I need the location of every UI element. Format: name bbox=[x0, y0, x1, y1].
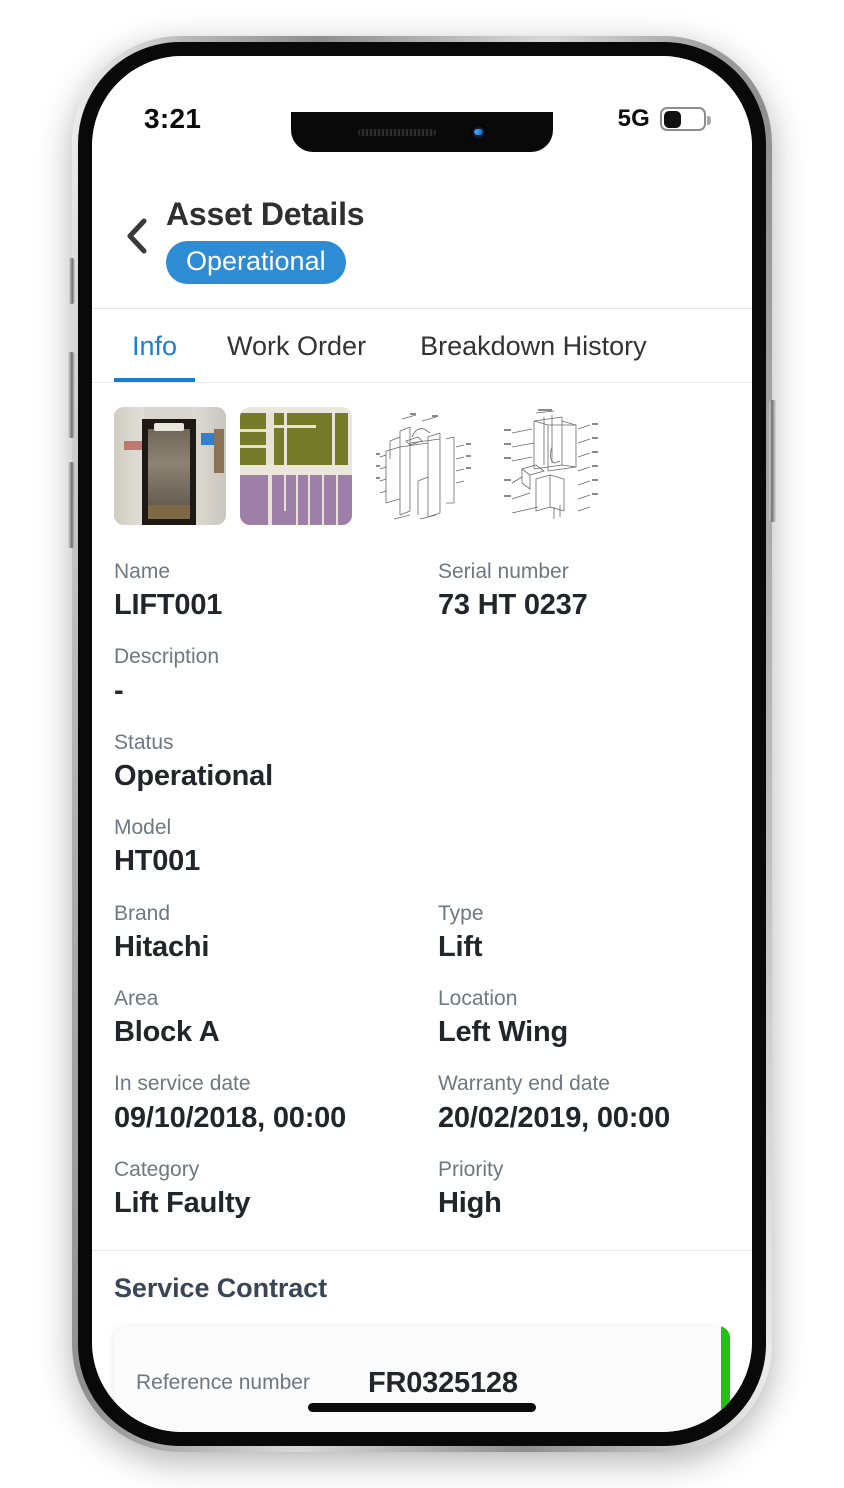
field-in-service-date-value: 09/10/2018, 00:00 bbox=[114, 1101, 347, 1134]
screenshot-stage: 3:21 5G Asset Details Operational Info W… bbox=[0, 0, 844, 1488]
field-model-label: Model bbox=[114, 816, 172, 840]
home-indicator[interactable] bbox=[308, 1403, 536, 1412]
field-brand-value: Hitachi bbox=[114, 930, 210, 963]
chevron-left-icon bbox=[127, 218, 147, 254]
field-location-label: Location bbox=[438, 987, 518, 1011]
field-status-label: Status bbox=[114, 730, 174, 754]
tab-bar: Info Work Order Breakdown History bbox=[92, 307, 752, 382]
field-model: Model HT001 bbox=[114, 805, 730, 890]
earpiece-speaker-icon bbox=[357, 128, 436, 136]
service-contract-title: Service Contract bbox=[114, 1273, 327, 1304]
asset-image-gallery bbox=[92, 383, 752, 537]
field-serial-number-label: Serial number bbox=[438, 559, 569, 583]
technical-drawing-1-svg bbox=[376, 412, 471, 520]
field-row-area-location: Area Block A Location Left Wing bbox=[114, 976, 730, 1061]
field-serial-number: Serial number 73 HT 0237 bbox=[422, 549, 730, 634]
mute-switch-button[interactable] bbox=[68, 258, 75, 304]
header-text: Asset Details Operational bbox=[166, 196, 365, 284]
field-type-value: Lift bbox=[438, 930, 483, 963]
field-row-name-serial: Name LIFT001 Serial number 73 HT 0237 bbox=[114, 549, 730, 634]
technical-drawing-2-svg bbox=[504, 408, 598, 519]
asset-info-fields: Name LIFT001 Serial number 73 HT 0237 De… bbox=[92, 537, 752, 1251]
service-contract-service-type-row: Service type Fire & Rescue bbox=[136, 1414, 706, 1432]
field-area: Area Block A bbox=[114, 976, 422, 1061]
front-camera-icon bbox=[469, 123, 487, 141]
field-description: Description - bbox=[114, 634, 730, 719]
field-category-label: Category bbox=[114, 1157, 200, 1181]
technical-drawing-2[interactable] bbox=[492, 406, 604, 525]
volume-down-button[interactable] bbox=[67, 462, 75, 548]
field-row-status: Status Operational bbox=[114, 720, 730, 805]
field-warranty-end-date-value: 20/02/2019, 00:00 bbox=[438, 1101, 671, 1134]
field-type: Type Lift bbox=[422, 891, 730, 976]
field-description-value: - bbox=[114, 674, 124, 707]
tab-work-order[interactable]: Work Order bbox=[195, 309, 398, 382]
field-area-value: Block A bbox=[114, 1016, 220, 1049]
service-contract-reference-value: FR0325128 bbox=[368, 1367, 518, 1400]
field-row-brand-type: Brand Hitachi Type Lift bbox=[114, 891, 730, 976]
field-location: Location Left Wing bbox=[422, 976, 730, 1061]
info-scroll-area[interactable]: Name LIFT001 Serial number 73 HT 0237 De… bbox=[92, 381, 752, 1432]
field-category-value: Lift Faulty bbox=[114, 1187, 251, 1220]
service-contract-reference-label: Reference number bbox=[136, 1371, 310, 1395]
field-serial-number-value: 73 HT 0237 bbox=[438, 589, 588, 622]
field-area-label: Area bbox=[114, 987, 159, 1011]
field-location-value: Left Wing bbox=[438, 1016, 569, 1049]
field-warranty-end-date-label: Warranty end date bbox=[438, 1072, 610, 1096]
lift-interior-photo[interactable] bbox=[114, 406, 226, 525]
field-row-category-priority: Category Lift Faulty Priority High bbox=[114, 1147, 730, 1232]
field-row-model: Model HT001 bbox=[114, 805, 730, 890]
service-contract-status-accent bbox=[721, 1326, 730, 1432]
technical-drawing-1[interactable] bbox=[366, 406, 478, 525]
field-name-value: LIFT001 bbox=[114, 589, 223, 622]
service-contract-card[interactable]: Reference number FR0325128 Service type … bbox=[114, 1326, 730, 1432]
field-brand-label: Brand bbox=[114, 901, 171, 925]
page-title: Asset Details bbox=[166, 196, 365, 232]
floor-plan-thumbnail[interactable] bbox=[240, 406, 352, 525]
field-priority-value: High bbox=[438, 1187, 502, 1220]
tab-breakdown-history[interactable]: Breakdown History bbox=[398, 309, 665, 382]
field-status: Status Operational bbox=[114, 720, 730, 805]
field-description-label: Description bbox=[114, 645, 220, 669]
field-category: Category Lift Faulty bbox=[114, 1147, 422, 1232]
field-row-dates: In service date 09/10/2018, 00:00 Warran… bbox=[114, 1061, 730, 1146]
back-button[interactable] bbox=[114, 208, 160, 264]
notch bbox=[291, 112, 553, 152]
field-brand: Brand Hitachi bbox=[114, 891, 422, 976]
field-name-label: Name bbox=[114, 559, 171, 583]
status-badge: Operational bbox=[166, 240, 346, 284]
service-contract-service-type-value: Fire & Rescue bbox=[368, 1427, 706, 1432]
field-model-value: HT001 bbox=[114, 845, 201, 878]
power-button[interactable] bbox=[769, 400, 777, 522]
page-header: Asset Details Operational bbox=[92, 160, 752, 284]
field-in-service-date-label: In service date bbox=[114, 1072, 251, 1096]
field-name: Name LIFT001 bbox=[114, 549, 422, 634]
field-warranty-end-date: Warranty end date 20/02/2019, 00:00 bbox=[422, 1061, 730, 1146]
app-content: Asset Details Operational Info Work Orde… bbox=[92, 56, 752, 1432]
field-priority: Priority High bbox=[422, 1147, 730, 1232]
tab-info[interactable]: Info bbox=[114, 309, 196, 382]
field-type-label: Type bbox=[438, 901, 484, 925]
phone-screen: 3:21 5G Asset Details Operational Info W… bbox=[92, 56, 752, 1432]
volume-up-button[interactable] bbox=[67, 352, 75, 438]
field-status-value: Operational bbox=[114, 760, 273, 793]
field-row-description: Description - bbox=[114, 634, 730, 719]
field-in-service-date: In service date 09/10/2018, 00:00 bbox=[114, 1061, 422, 1146]
field-priority-label: Priority bbox=[438, 1157, 504, 1181]
